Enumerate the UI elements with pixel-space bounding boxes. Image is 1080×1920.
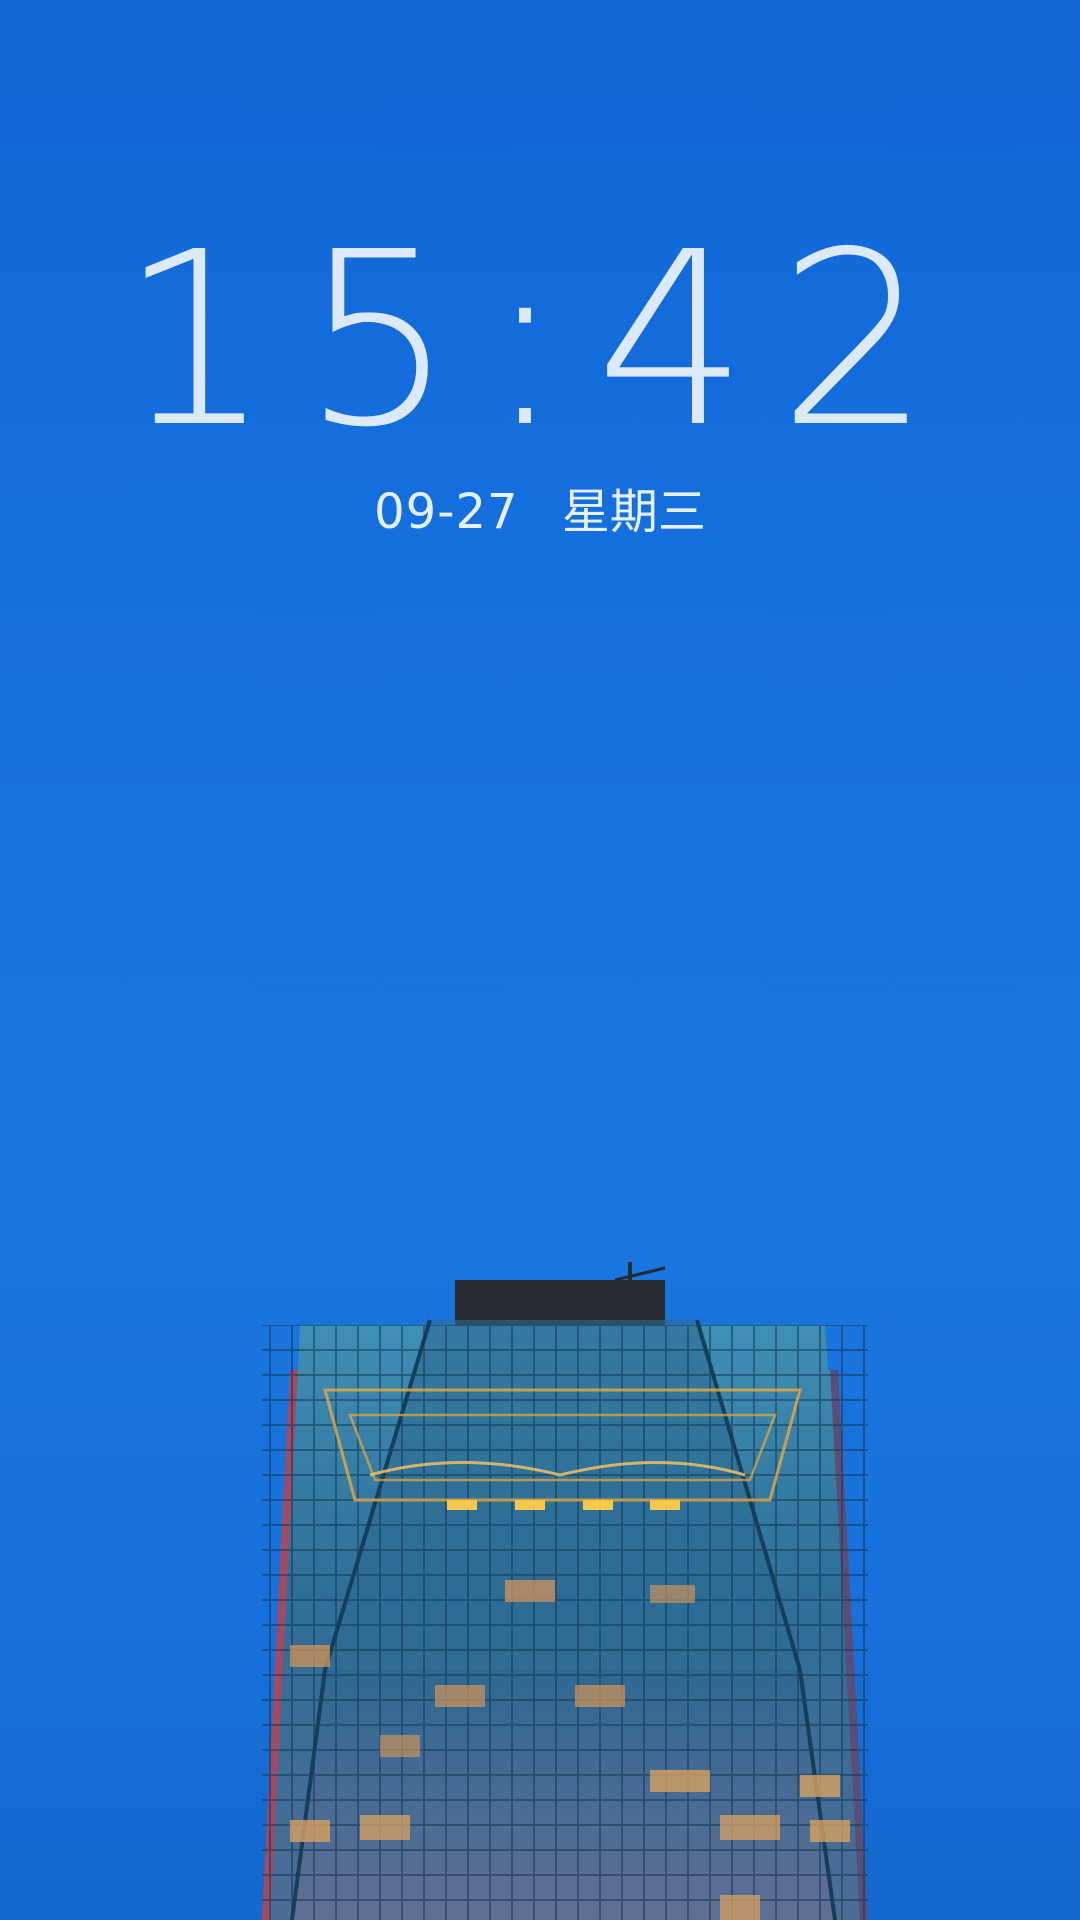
weekday-text: 星期三	[561, 484, 706, 540]
date-text: 09-27	[374, 484, 519, 540]
date-row: 09-27 星期三	[0, 488, 1080, 536]
clock-time: 15:42	[119, 200, 961, 480]
wallpaper-building-image	[262, 1262, 868, 1920]
lock-screen[interactable]: 15:42 09-27 星期三	[0, 0, 1080, 1920]
